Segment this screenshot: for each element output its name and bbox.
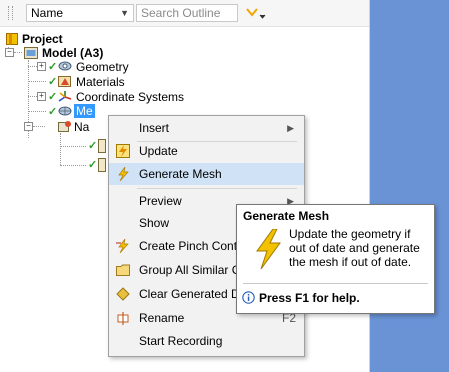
filter-chevron-icon	[246, 8, 266, 19]
project-icon	[6, 33, 18, 45]
tree-label-coordinate-systems: Coordinate Systems	[76, 90, 185, 104]
menu-item-label: Show	[139, 216, 170, 230]
status-check-icon: ✓	[88, 140, 98, 152]
tree-label-model: Model (A3)	[42, 46, 104, 60]
geometry-icon	[58, 61, 72, 71]
menu-item-insert[interactable]: Insert ▶	[109, 117, 304, 139]
menu-item-label: Generate Mesh	[139, 167, 222, 181]
mesh-icon	[58, 106, 72, 116]
named-selections-icon	[58, 121, 71, 132]
tree-label-mesh: Me	[74, 104, 95, 118]
selection-icon	[98, 158, 106, 172]
outline-filter-bar: Name ▼ Search Outline	[0, 0, 369, 27]
coordinate-systems-expander-toggle[interactable]: +	[37, 92, 46, 101]
lightning-icon	[118, 167, 129, 181]
update-icon	[116, 144, 130, 158]
status-check-icon: ✓	[48, 61, 58, 73]
filter-options-button[interactable]	[244, 6, 268, 22]
tooltip: Generate Mesh Update the geometry if out…	[236, 204, 435, 314]
search-placeholder: Search Outline	[141, 6, 221, 20]
tree-label-geometry: Geometry	[76, 60, 129, 74]
menu-item-label: Create Pinch Contro	[139, 239, 248, 253]
menu-item-label: Clear Generated Dat	[139, 287, 250, 301]
status-check-icon: ✓	[48, 76, 58, 88]
tooltip-divider	[243, 283, 428, 284]
folder-icon	[116, 264, 130, 276]
named-selections-expander-toggle[interactable]: −	[24, 122, 33, 131]
menu-item-label: Preview	[139, 194, 182, 208]
tooltip-help-text: Press F1 for help.	[259, 291, 360, 305]
status-check-icon: ✓	[88, 159, 98, 171]
menu-item-generate-mesh[interactable]: Generate Mesh	[109, 163, 304, 185]
menu-item-start-recording[interactable]: Start Recording	[109, 330, 304, 352]
menu-item-label: Update	[139, 144, 178, 158]
status-check-icon: ✓	[48, 91, 58, 103]
selection-icon	[98, 139, 106, 153]
model-expander-toggle[interactable]: −	[5, 48, 14, 57]
submenu-arrow-icon: ▶	[287, 123, 294, 133]
menu-item-label: Rename	[139, 311, 185, 325]
filter-column-label: Name	[31, 6, 64, 20]
eraser-icon	[116, 287, 130, 301]
tooltip-description: Update the geometry if out of date and g…	[289, 227, 420, 269]
rename-icon	[117, 312, 129, 325]
status-check-icon: ✓	[48, 106, 58, 118]
geometry-expander-toggle[interactable]: +	[37, 62, 46, 71]
menu-item-label: Insert	[139, 121, 170, 135]
tree-label-project: Project	[22, 32, 63, 46]
filter-column-dropdown[interactable]: Name ▼	[26, 4, 134, 22]
lightning-icon	[256, 229, 281, 269]
menu-item-label: Group All Similar Ch	[139, 263, 248, 277]
menu-item-label: Start Recording	[139, 334, 223, 348]
materials-icon	[58, 76, 71, 87]
chevron-down-icon: ▼	[120, 8, 129, 18]
search-outline-input[interactable]: Search Outline	[136, 4, 238, 22]
coordinate-systems-icon	[58, 91, 72, 102]
tree-label-materials: Materials	[76, 75, 125, 89]
tooltip-title: Generate Mesh	[243, 209, 330, 223]
model-icon	[24, 47, 38, 59]
graphics-viewport[interactable]	[369, 0, 449, 372]
menu-item-update[interactable]: Update	[109, 140, 304, 162]
info-icon	[242, 291, 255, 304]
tree-label-named-selections: Na	[74, 120, 90, 134]
toolbar-grip[interactable]	[8, 6, 13, 20]
pinch-lightning-icon	[116, 239, 129, 253]
